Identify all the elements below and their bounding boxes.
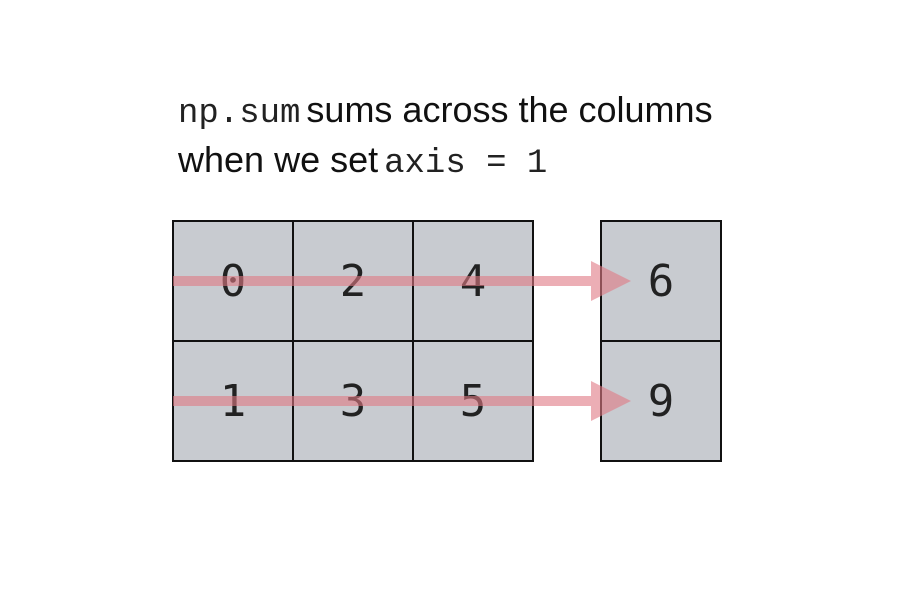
output-array-grid: 69	[600, 220, 722, 462]
input-array-grid: 024135	[172, 220, 534, 462]
output-cell-value: 9	[648, 376, 675, 427]
array-diagram: 024135 69	[172, 220, 722, 462]
arrow-shaft	[173, 276, 593, 286]
arrow-shaft	[173, 396, 593, 406]
output-cell-value: 6	[648, 256, 675, 307]
